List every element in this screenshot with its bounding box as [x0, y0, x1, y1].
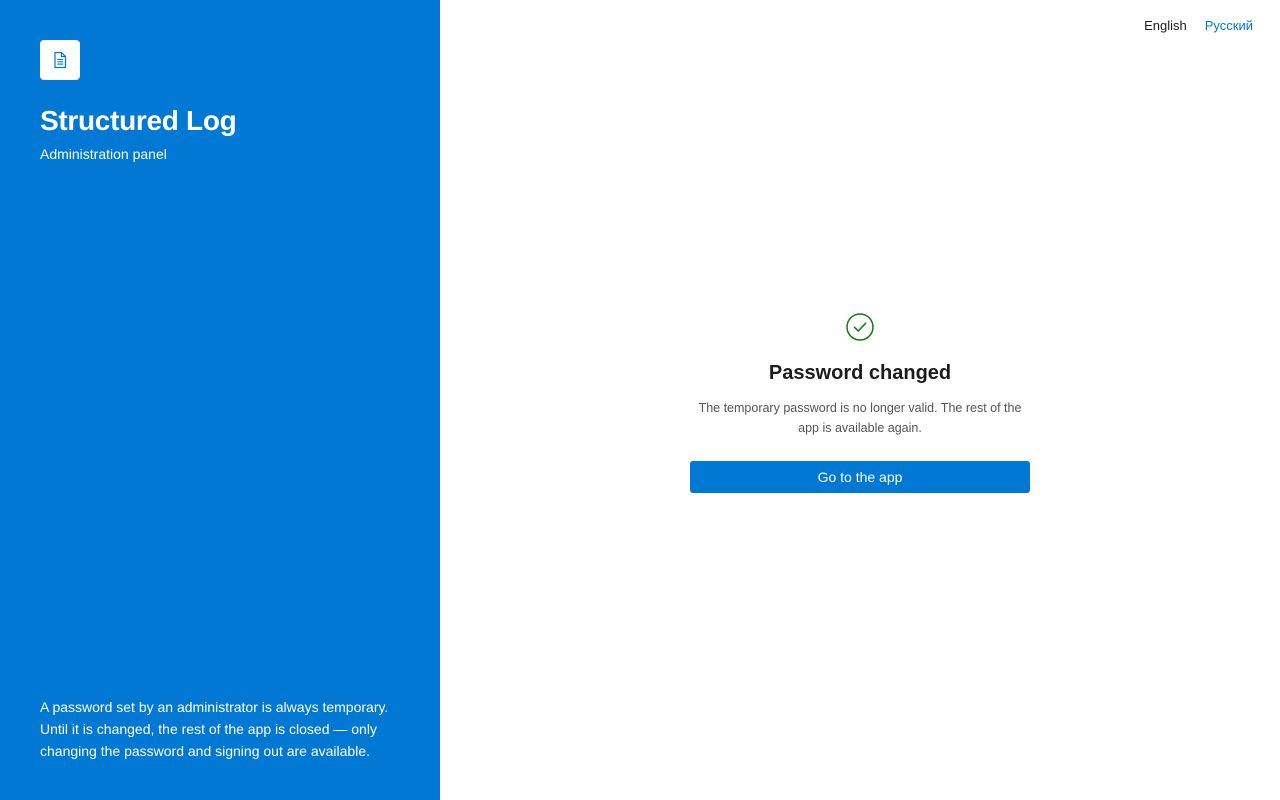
- result-title: Password changed: [768, 362, 952, 384]
- language-switcher: English Русский: [1144, 17, 1253, 35]
- temporary-password-note: A password set by an administrator is al…: [40, 699, 389, 759]
- app-title: Structured Log: [40, 105, 237, 136]
- result-message: The temporary password is no longer vali…: [698, 401, 1022, 435]
- password-changed-page: Structured Log Administration panel A pa…: [0, 0, 1280, 800]
- app-logo: [40, 40, 80, 80]
- language-option-russian[interactable]: Русский: [1205, 17, 1253, 35]
- main-content: English Русский Password changed The tem…: [440, 0, 1280, 800]
- app-subtitle: Administration panel: [40, 146, 167, 162]
- password-changed-card: Password changed The temporary password …: [690, 312, 1030, 493]
- check-circle-icon: [846, 313, 874, 341]
- go-to-app-button[interactable]: Go to the app: [690, 461, 1030, 493]
- language-option-english[interactable]: English: [1144, 17, 1187, 35]
- document-icon: [54, 51, 67, 69]
- brand-panel: Structured Log Administration panel A pa…: [0, 0, 440, 800]
